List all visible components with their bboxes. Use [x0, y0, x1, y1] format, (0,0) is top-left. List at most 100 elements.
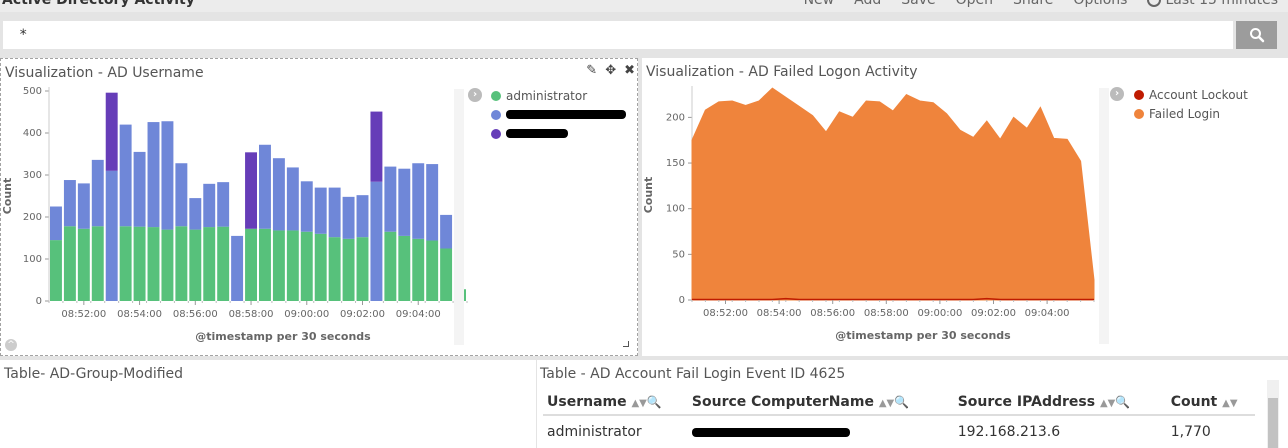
- bar: [398, 235, 411, 301]
- cell-username[interactable]: administrator: [543, 415, 688, 444]
- bar: [342, 238, 355, 301]
- x-tick-label: 08:56:00: [173, 309, 218, 320]
- panel-title: Table- AD-Group-Modified: [4, 366, 184, 382]
- legend-item[interactable]: Account Lockout: [1134, 85, 1248, 104]
- legend-label: Failed Login: [1149, 106, 1221, 121]
- legend-toggle-icon[interactable]: ›: [1110, 87, 1124, 101]
- x-tick-label: 09:00:00: [284, 309, 329, 320]
- table-row: administrator 192.168.213.6 1,770: [543, 415, 1255, 444]
- redaction-mark: [691, 427, 850, 437]
- table-scrollbar[interactable]: [1267, 380, 1279, 448]
- cell-ipaddress[interactable]: 192.168.213.6: [954, 415, 1167, 444]
- sort-icon[interactable]: ▲▼: [879, 398, 894, 409]
- bar: [356, 237, 369, 301]
- sort-icon[interactable]: ▲▼: [1100, 398, 1115, 409]
- x-tick-label: 08:56:00: [810, 308, 855, 319]
- bar: [259, 144, 271, 229]
- x-axis-title: @timestamp per 30 seconds: [835, 329, 1011, 342]
- top-nav: Active Directory Activity New Add Save O…: [0, 0, 1288, 12]
- legend-dot: [1134, 108, 1144, 119]
- y-axis-title: Count: [642, 177, 655, 214]
- bar: [272, 230, 285, 301]
- bar: [147, 122, 160, 228]
- bar: [300, 231, 313, 301]
- column-header-computername[interactable]: Source ComputerName ▲▼🔍: [687, 390, 954, 416]
- bar: [440, 248, 453, 301]
- filter-icon[interactable]: 🔍: [894, 395, 909, 409]
- bar: [426, 164, 439, 241]
- redaction-mark: [506, 110, 626, 119]
- legend-item-redacted[interactable]: [491, 124, 626, 143]
- bar: [77, 183, 90, 229]
- bar: [105, 170, 118, 301]
- y-tick-label: 200: [23, 212, 42, 223]
- legend-toggle-icon[interactable]: ›: [468, 88, 482, 102]
- clock-icon: [1147, 0, 1162, 7]
- sort-icon[interactable]: ▲▼: [631, 398, 646, 409]
- bar: [189, 229, 202, 301]
- x-tick-label: 08:54:00: [117, 309, 162, 320]
- bar: [384, 231, 397, 301]
- bar: [272, 158, 285, 231]
- cell-computername[interactable]: [688, 415, 954, 444]
- legend-item-redacted[interactable]: [491, 105, 626, 124]
- search-input[interactable]: [3, 21, 1233, 49]
- y-tick-label: 200: [666, 112, 685, 123]
- bar: [314, 187, 327, 234]
- legend-label: administrator: [506, 88, 588, 103]
- data-table: Username ▲▼🔍 Source ComputerName ▲▼🔍 Sou…: [543, 390, 1255, 444]
- bar: [426, 240, 439, 301]
- menu-open[interactable]: Open: [956, 0, 993, 8]
- bar: [370, 111, 383, 182]
- legend-item[interactable]: Failed Login: [1134, 104, 1248, 123]
- filter-icon[interactable]: 🔍: [1115, 395, 1130, 409]
- search-button[interactable]: [1236, 21, 1277, 49]
- bar: [147, 227, 160, 301]
- sort-icon[interactable]: ▲▼: [1222, 398, 1237, 409]
- x-tick-label: 09:00:00: [917, 308, 962, 319]
- menu-add[interactable]: Add: [854, 0, 881, 8]
- bar: [189, 198, 202, 230]
- x-tick-label: 08:52:00: [61, 309, 106, 320]
- scroll-thumb[interactable]: [1268, 398, 1278, 448]
- bar: [398, 168, 411, 236]
- bar: [161, 121, 174, 230]
- bar: [286, 230, 299, 301]
- legend-dot: [491, 90, 501, 101]
- resize-handle-icon[interactable]: [623, 341, 629, 347]
- time-range-label: Last 15 minutes: [1165, 0, 1278, 8]
- y-tick-label: 400: [23, 128, 42, 139]
- legend-dot: [491, 109, 501, 120]
- y-tick-label: 150: [666, 158, 685, 169]
- bar: [203, 183, 216, 228]
- bar: [217, 226, 230, 301]
- panel-ad-username: Visualization - AD Username ✎ ✥ ✖ 0 100 20…: [0, 58, 638, 356]
- area-series-failed-login: [691, 87, 1095, 301]
- x-tick-label: 08:54:00: [757, 308, 802, 319]
- menu-share[interactable]: Share: [1013, 0, 1053, 8]
- chart-scrollbar[interactable]: [454, 89, 464, 345]
- menu-new[interactable]: New: [804, 0, 835, 8]
- bar: [328, 187, 341, 238]
- bar: [356, 195, 369, 238]
- legend: administrator: [491, 86, 626, 143]
- bar: [259, 228, 271, 301]
- x-tick-label: 08:52:00: [703, 308, 748, 319]
- chart-scrollbar[interactable]: [1099, 88, 1109, 344]
- column-header-ipaddress[interactable]: Source IPAddress ▲▼🔍: [953, 390, 1167, 416]
- bar: [328, 237, 341, 301]
- column-header-username[interactable]: Username ▲▼🔍: [543, 390, 688, 416]
- top-menu: New Add Save Open Share Options Last 15 …: [804, 0, 1278, 8]
- collapse-icon[interactable]: ^: [5, 339, 17, 351]
- column-header-count[interactable]: Count ▲▼: [1166, 390, 1255, 416]
- bar: [50, 206, 62, 241]
- legend-item[interactable]: administrator: [491, 86, 626, 105]
- time-picker[interactable]: Last 15 minutes: [1147, 0, 1278, 8]
- filter-icon[interactable]: 🔍: [647, 395, 662, 409]
- menu-options[interactable]: Options: [1073, 0, 1127, 8]
- menu-save[interactable]: Save: [901, 0, 935, 8]
- bar: [412, 238, 425, 301]
- search-icon: [1249, 28, 1264, 43]
- redaction-mark: [506, 129, 568, 138]
- bar: [63, 180, 76, 227]
